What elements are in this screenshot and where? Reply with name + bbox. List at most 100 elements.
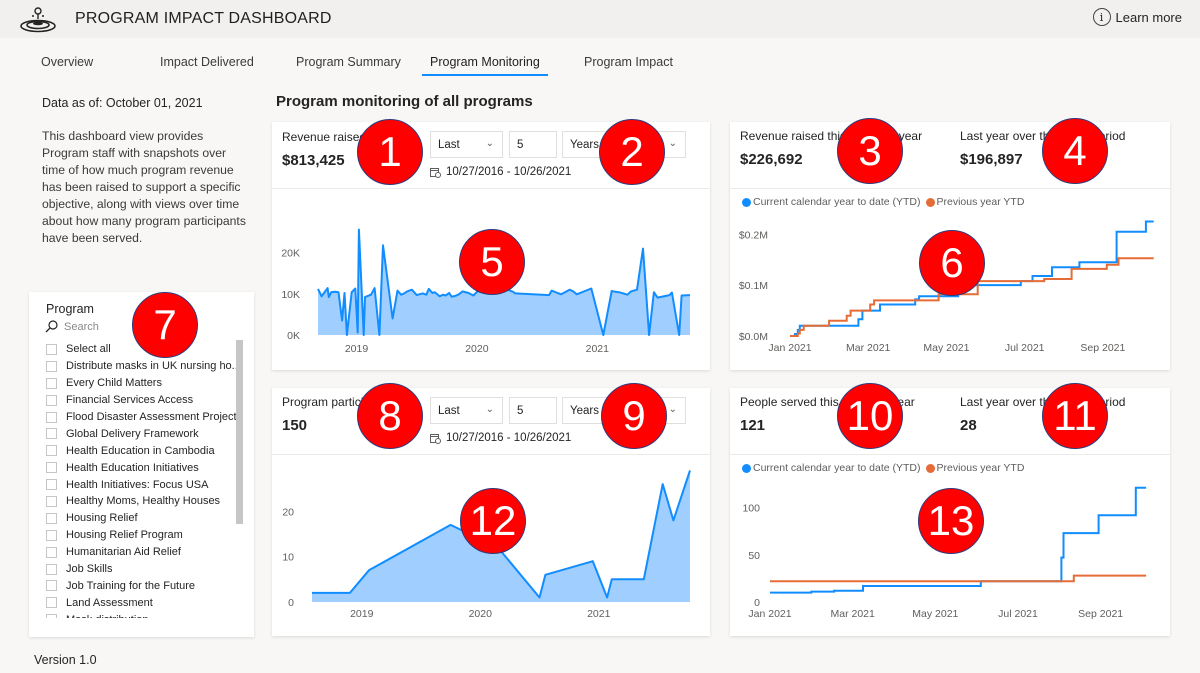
top-bar: PROGRAM IMPACT DASHBOARD i Learn more [0, 0, 1200, 38]
checkbox[interactable] [46, 377, 57, 389]
tab-overview[interactable]: Overview [41, 55, 93, 69]
page-tabs: Overview Impact Delivered Program Summar… [0, 50, 1200, 76]
checkbox[interactable] [46, 546, 57, 558]
learn-more-link[interactable]: i Learn more [1092, 8, 1182, 26]
program-option[interactable]: Job Skills [46, 561, 244, 578]
annotation-badge: 7 [132, 292, 198, 358]
x-tick-label: Mar 2021 [846, 342, 891, 354]
annotation-badge: 10 [837, 383, 903, 449]
program-option[interactable]: Humanitarian Aid Relief [46, 544, 244, 561]
version-label: Version 1.0 [34, 653, 97, 667]
checkbox[interactable] [46, 512, 57, 524]
program-option[interactable]: Housing Relief Program [46, 527, 244, 544]
checkbox[interactable] [46, 479, 57, 491]
x-tick-label: Sep 2021 [1078, 608, 1123, 620]
y-tick-label: 20 [282, 506, 294, 518]
program-option[interactable]: Job Training for the Future [46, 577, 244, 594]
checkbox[interactable] [46, 563, 57, 575]
program-option[interactable]: Healthy Moms, Healthy Houses [46, 493, 244, 510]
program-option-label: Every Child Matters [66, 377, 162, 390]
program-option[interactable]: Mask distribution [46, 611, 244, 618]
annotation-badge: 3 [837, 118, 903, 184]
x-tick-label: 2019 [350, 608, 374, 620]
program-option[interactable]: Health Education in Cambodia [46, 442, 244, 459]
program-option-label: Health Education Initiatives [66, 461, 199, 474]
program-option[interactable]: Land Assessment [46, 594, 244, 611]
program-option-label: Job Training for the Future [66, 579, 196, 592]
program-option[interactable]: Financial Services Access [46, 392, 244, 409]
learn-more-label: Learn more [1115, 9, 1182, 25]
program-option-label: Housing Relief Program [66, 529, 183, 542]
program-option[interactable]: Global Delivery Framework [46, 425, 244, 442]
x-tick-label: May 2021 [912, 608, 958, 620]
annotation-badge: 9 [601, 383, 667, 449]
tab-impact-delivered[interactable]: Impact Delivered [160, 55, 254, 69]
x-tick-label: 2021 [587, 608, 611, 620]
y-tick-label: $0.2M [739, 229, 768, 241]
program-option[interactable]: Health Education Initiatives [46, 459, 244, 476]
tab-program-monitoring[interactable]: Program Monitoring [422, 55, 548, 76]
y-tick-label: 100 [742, 503, 760, 515]
checkbox[interactable] [46, 428, 57, 440]
x-tick-label: 2020 [469, 608, 493, 620]
annotation-badge: 12 [460, 488, 526, 554]
program-option[interactable]: Health Initiatives: Focus USA [46, 476, 244, 493]
y-tick-label: $0.0M [739, 331, 768, 343]
checkbox[interactable] [46, 462, 57, 474]
program-option-label: Financial Services Access [66, 394, 194, 407]
program-option-label: Distribute masks in UK nursing ho... [66, 360, 241, 373]
y-tick-label: 10 [282, 552, 294, 564]
y-tick-label: 20K [281, 248, 300, 260]
x-tick-label: Jan 2021 [748, 608, 791, 620]
tab-program-impact[interactable]: Program Impact [584, 55, 673, 69]
annotation-badge: 6 [919, 230, 985, 296]
checkbox[interactable] [46, 343, 57, 355]
x-tick-label: 2021 [586, 343, 610, 355]
x-tick-label: Mar 2021 [830, 608, 875, 620]
program-option-label: Global Delivery Framework [66, 427, 199, 440]
program-option-label: Health Education in Cambodia [66, 444, 215, 457]
info-circle-icon: i [1092, 8, 1111, 26]
program-option-label: Health Initiatives: Focus USA [66, 478, 209, 491]
program-option-label: Housing Relief [66, 512, 138, 525]
checkbox[interactable] [46, 495, 57, 507]
annotation-badge: 11 [1042, 383, 1108, 449]
slicer-scrollbar[interactable] [236, 340, 243, 524]
program-option[interactable]: Every Child Matters [46, 375, 244, 392]
annotation-badge: 5 [459, 229, 525, 295]
program-option[interactable]: Distribute masks in UK nursing ho... [46, 358, 244, 375]
checkbox[interactable] [46, 394, 57, 406]
program-option-label: Humanitarian Aid Relief [66, 546, 181, 559]
x-tick-label: Jul 2021 [1005, 342, 1045, 354]
program-option[interactable]: Housing Relief [46, 510, 244, 527]
checkbox[interactable] [46, 614, 57, 618]
checkbox[interactable] [46, 529, 57, 541]
annotation-badge: 13 [918, 488, 984, 554]
checkbox[interactable] [46, 411, 57, 423]
x-tick-label: Sep 2021 [1080, 342, 1125, 354]
y-tick-label: 10K [281, 289, 300, 301]
program-option-label: Healthy Moms, Healthy Houses [66, 495, 221, 508]
slicer-title: Program [46, 302, 94, 316]
program-option-label: Select all [66, 343, 111, 356]
program-option-label: Job Skills [66, 563, 113, 576]
section-title: Program monitoring of all programs [276, 93, 533, 110]
tab-program-summary[interactable]: Program Summary [296, 55, 401, 69]
previous-ytd-line [770, 574, 1147, 583]
x-tick-label: May 2021 [923, 342, 969, 354]
checkbox[interactable] [46, 360, 57, 372]
app-title: PROGRAM IMPACT DASHBOARD [75, 10, 332, 27]
dashboard-description: This dashboard view provides Program sta… [42, 129, 246, 245]
checkbox[interactable] [46, 445, 57, 457]
x-tick-label: 2020 [465, 343, 489, 355]
program-option-label: Land Assessment [66, 596, 153, 609]
water-drop-ripple-icon [20, 7, 56, 33]
search-icon [45, 320, 58, 333]
search-placeholder: Search [64, 320, 99, 333]
y-tick-label: 50 [748, 550, 760, 562]
data-as-of: Data as of: October 01, 2021 [42, 96, 203, 110]
checkbox[interactable] [46, 597, 57, 609]
checkbox[interactable] [46, 580, 57, 592]
y-tick-label: 0K [287, 330, 300, 342]
program-option[interactable]: Flood Disaster Assessment Project [46, 409, 244, 426]
